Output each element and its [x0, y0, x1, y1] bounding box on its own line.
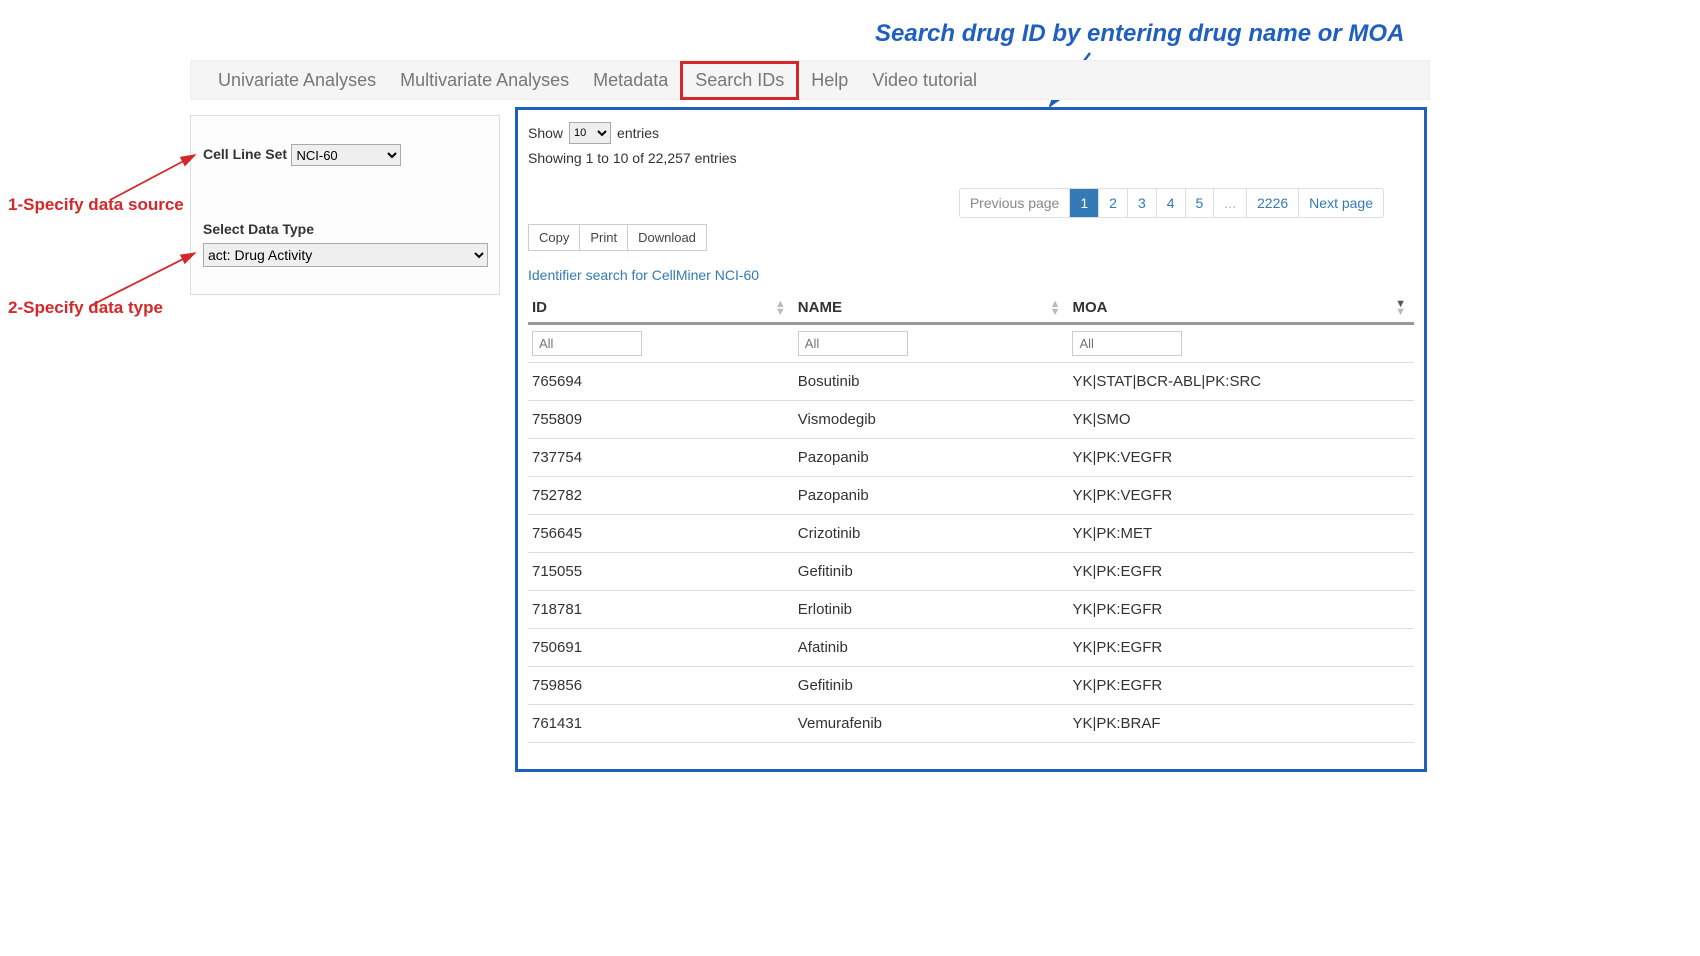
cell-moa: YK|PK:EGFR — [1068, 667, 1414, 705]
sort-icon: ▲▼ — [775, 300, 786, 316]
cell-name: Gefitinib — [794, 553, 1069, 591]
cell-name: Vismodegib — [794, 401, 1069, 439]
cell-id: 718781 — [528, 591, 794, 629]
table-row: 718781ErlotinibYK|PK:EGFR — [528, 591, 1414, 629]
table-row: 737754PazopanibYK|PK:VEGFR — [528, 439, 1414, 477]
cell-name: Bosutinib — [794, 363, 1069, 401]
page-4[interactable]: 4 — [1156, 189, 1185, 217]
page-3[interactable]: 3 — [1127, 189, 1156, 217]
main-region: Show 10 entries Showing 1 to 10 of 22,25… — [515, 107, 1427, 772]
cell-id: 765694 — [528, 363, 794, 401]
cell-id: 715055 — [528, 553, 794, 591]
cell-id: 759856 — [528, 667, 794, 705]
cell-name: Pazopanib — [794, 439, 1069, 477]
show-suffix: entries — [617, 125, 659, 141]
download-button[interactable]: Download — [628, 224, 707, 251]
prev-page-button[interactable]: Previous page — [960, 189, 1070, 217]
cell-moa: YK|SMO — [1068, 401, 1414, 439]
data-type-select[interactable]: act: Drug Activity — [203, 243, 488, 267]
page-1[interactable]: 1 — [1069, 189, 1098, 217]
nav-item-video-tutorial[interactable]: Video tutorial — [860, 64, 989, 97]
print-button[interactable]: Print — [580, 224, 628, 251]
filter-input-name[interactable] — [798, 331, 908, 356]
cell-name: Erlotinib — [794, 591, 1069, 629]
table-row: 715055GefitinibYK|PK:EGFR — [528, 553, 1414, 591]
cell-moa: YK|PK:EGFR — [1068, 591, 1414, 629]
sort-icon: ▲▼ — [1050, 300, 1061, 316]
nav-bar: Univariate AnalysesMultivariate Analyses… — [190, 60, 1430, 100]
nav-item-search-ids[interactable]: Search IDs — [680, 61, 799, 100]
cell-name: Vemurafenib — [794, 705, 1069, 743]
cell-id: 761431 — [528, 705, 794, 743]
col-header-name[interactable]: NAME ▲▼ — [794, 293, 1069, 324]
action-buttons: CopyPrintDownload — [528, 224, 707, 251]
cell-moa: YK|PK:VEGFR — [1068, 477, 1414, 515]
nav-item-univariate-analyses[interactable]: Univariate Analyses — [206, 64, 388, 97]
cell-line-set-label: Cell Line Set — [203, 146, 287, 162]
filter-row — [528, 324, 1414, 363]
header-row: ID ▲▼ NAME ▲▼ MOA ▼▼ — [528, 293, 1414, 324]
cell-id: 750691 — [528, 629, 794, 667]
cell-moa: YK|PK:VEGFR — [1068, 439, 1414, 477]
showing-count-text: Showing 1 to 10 of 22,257 entries — [528, 150, 1414, 166]
cell-moa: YK|PK:EGFR — [1068, 553, 1414, 591]
sort-desc-icon: ▼▼ — [1395, 300, 1406, 316]
pagination: Previous page12345...2226Next page — [959, 188, 1384, 218]
table-row: 750691AfatinibYK|PK:EGFR — [528, 629, 1414, 667]
data-type-heading: Select Data Type — [203, 221, 314, 237]
cell-line-set-select[interactable]: NCI-60 — [291, 144, 401, 166]
cell-moa: YK|STAT|BCR-ABL|PK:SRC — [1068, 363, 1414, 401]
nav-item-metadata[interactable]: Metadata — [581, 64, 680, 97]
table-row: 759856GefitinibYK|PK:EGFR — [528, 667, 1414, 705]
show-prefix: Show — [528, 125, 563, 141]
cell-name: Pazopanib — [794, 477, 1069, 515]
annotation-left-2: 2-Specify data type — [8, 298, 163, 318]
cell-id: 756645 — [528, 515, 794, 553]
nav-item-help[interactable]: Help — [799, 64, 860, 97]
annotation-title: Search drug ID by entering drug name or … — [875, 20, 1404, 48]
col-header-id[interactable]: ID ▲▼ — [528, 293, 794, 324]
cell-moa: YK|PK:MET — [1068, 515, 1414, 553]
entries-select[interactable]: 10 — [569, 122, 611, 144]
col-header-moa[interactable]: MOA ▼▼ — [1068, 293, 1414, 324]
page-2226[interactable]: 2226 — [1246, 189, 1298, 217]
cell-moa: YK|PK:BRAF — [1068, 705, 1414, 743]
show-entries: Show 10 entries — [528, 122, 1414, 144]
table-row: 761431VemurafenibYK|PK:BRAF — [528, 705, 1414, 743]
page-2[interactable]: 2 — [1098, 189, 1127, 217]
cell-id: 755809 — [528, 401, 794, 439]
cell-id: 737754 — [528, 439, 794, 477]
annotation-left-1: 1-Specify data source — [8, 195, 184, 215]
nav-item-multivariate-analyses[interactable]: Multivariate Analyses — [388, 64, 581, 97]
table-row: 752782PazopanibYK|PK:VEGFR — [528, 477, 1414, 515]
page-5[interactable]: 5 — [1185, 189, 1214, 217]
cell-name: Afatinib — [794, 629, 1069, 667]
table-row: 755809VismodegibYK|SMO — [528, 401, 1414, 439]
data-table: ID ▲▼ NAME ▲▼ MOA ▼▼ 765694BosutinibYK|S… — [528, 293, 1414, 743]
copy-button[interactable]: Copy — [528, 224, 580, 251]
identifier-search-link[interactable]: Identifier search for CellMiner NCI-60 — [528, 267, 1414, 283]
sidebar-panel: Cell Line Set NCI-60 Select Data Type ac… — [190, 115, 500, 295]
next-page-button[interactable]: Next page — [1298, 189, 1383, 217]
table-row: 765694BosutinibYK|STAT|BCR-ABL|PK:SRC — [528, 363, 1414, 401]
filter-input-id[interactable] — [532, 331, 642, 356]
cell-id: 752782 — [528, 477, 794, 515]
page-...: ... — [1213, 189, 1246, 217]
cell-name: Gefitinib — [794, 667, 1069, 705]
filter-input-moa[interactable] — [1072, 331, 1182, 356]
cell-name: Crizotinib — [794, 515, 1069, 553]
table-row: 756645CrizotinibYK|PK:MET — [528, 515, 1414, 553]
cell-moa: YK|PK:EGFR — [1068, 629, 1414, 667]
